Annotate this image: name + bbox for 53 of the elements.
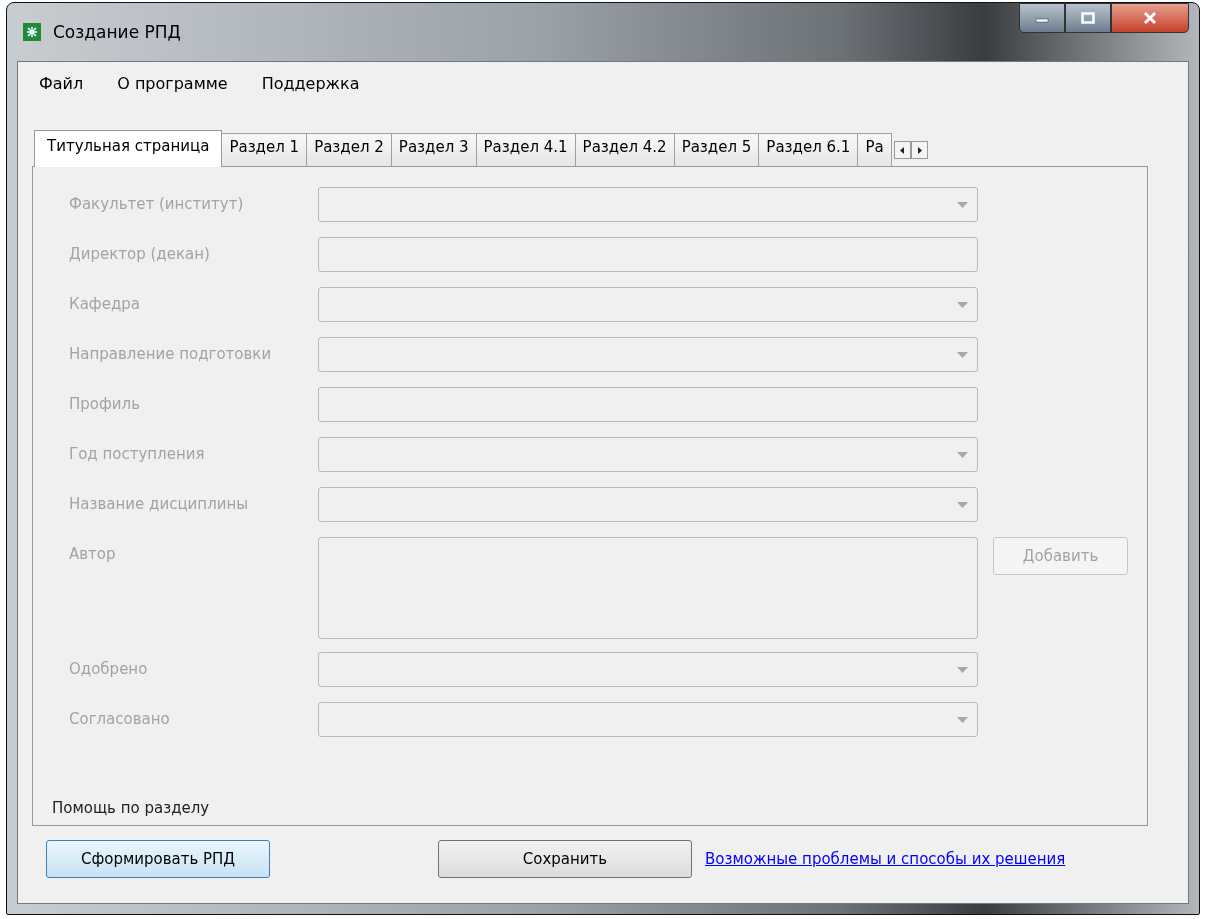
- caret-icon: [957, 302, 968, 308]
- menu-item[interactable]: Поддержка: [261, 74, 360, 100]
- help-text: Помощь по разделу: [51, 799, 211, 817]
- input-field[interactable]: [318, 387, 978, 422]
- field-label: Название дисциплины: [68, 494, 250, 513]
- input-field[interactable]: [318, 237, 978, 272]
- window-title: Создание РПД: [53, 22, 181, 42]
- dropdown-field[interactable]: [318, 187, 978, 222]
- right-arrow-icon: [916, 146, 922, 154]
- tab[interactable]: Ра: [857, 133, 892, 167]
- tab[interactable]: Раздел 4.2: [574, 133, 675, 167]
- field-label: Одобрено: [68, 659, 149, 678]
- tab[interactable]: Раздел 4.1: [475, 133, 576, 167]
- tab[interactable]: Раздел 3: [390, 133, 477, 167]
- generate-button[interactable]: Сформировать РПД: [46, 840, 270, 878]
- tab[interactable]: Раздел 5: [673, 133, 760, 167]
- caret-icon: [957, 502, 968, 508]
- close-button[interactable]: [1111, 3, 1189, 33]
- dropdown-field[interactable]: [318, 487, 978, 522]
- maximize-button[interactable]: [1065, 3, 1111, 33]
- menu-item[interactable]: О программе: [117, 74, 228, 100]
- field-label: Факультет (институт): [68, 194, 245, 213]
- menu-item[interactable]: Файл: [39, 74, 84, 100]
- tab[interactable]: Раздел 1: [221, 133, 308, 167]
- scroll-left-button[interactable]: [893, 141, 911, 159]
- field-label: Год поступления: [68, 444, 206, 463]
- field-label: Директор (декан): [68, 244, 211, 263]
- tab[interactable]: Раздел 6.1: [758, 133, 859, 167]
- field-label: Согласовано: [68, 709, 171, 728]
- tab[interactable]: Раздел 2: [306, 133, 392, 167]
- field-label: Кафедра: [68, 294, 141, 313]
- field-label: Автор: [68, 544, 117, 563]
- maximize-icon: [1081, 12, 1095, 24]
- minimize-button[interactable]: [1019, 3, 1065, 33]
- dropdown-field[interactable]: [318, 287, 978, 322]
- dropdown-field[interactable]: [318, 437, 978, 472]
- save-button[interactable]: Сохранить: [438, 840, 692, 878]
- caret-icon: [957, 667, 968, 673]
- field-label: Профиль: [68, 394, 141, 413]
- help-link[interactable]: Возможные проблемы и способы их решения: [705, 850, 1066, 868]
- close-icon: [1142, 11, 1158, 25]
- caret-icon: [957, 352, 968, 358]
- app-icon: [23, 23, 41, 41]
- list-box[interactable]: [318, 537, 978, 639]
- tab[interactable]: Титульная страница: [34, 130, 223, 167]
- field-label: Направление подготовки: [68, 344, 273, 363]
- dropdown-field[interactable]: [318, 702, 978, 737]
- caret-icon: [957, 717, 968, 723]
- dropdown-field[interactable]: [318, 652, 978, 687]
- left-arrow-icon: [899, 146, 905, 154]
- caret-icon: [957, 452, 968, 458]
- caret-icon: [957, 202, 968, 208]
- dropdown-field[interactable]: [318, 337, 978, 372]
